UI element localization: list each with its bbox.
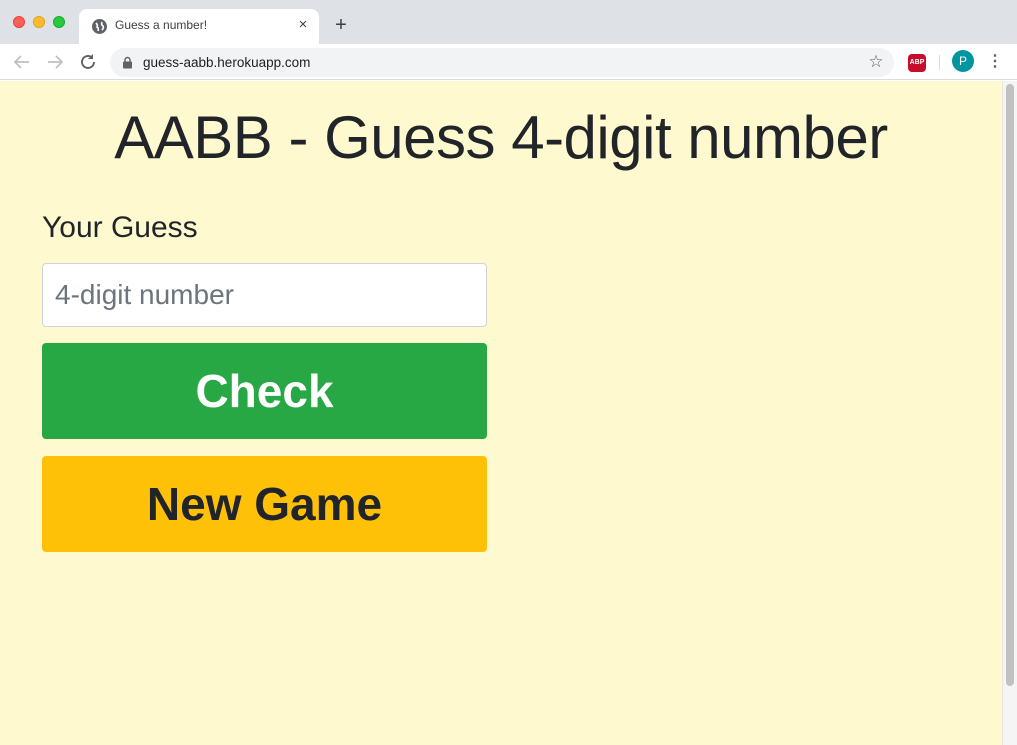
globe-icon bbox=[92, 19, 107, 34]
profile-avatar[interactable]: P bbox=[952, 50, 974, 72]
arrow-right-icon[interactable] bbox=[43, 50, 67, 74]
kebab-menu-icon[interactable]: ⋮ bbox=[986, 51, 1004, 73]
tab-close-icon[interactable]: × bbox=[295, 17, 311, 33]
minimize-window-button[interactable] bbox=[33, 16, 45, 28]
new-tab-icon[interactable]: + bbox=[331, 15, 351, 35]
arrow-left-icon[interactable] bbox=[10, 50, 34, 74]
tab-title: Guess a number! bbox=[115, 18, 208, 32]
star-icon[interactable]: ☆ bbox=[866, 52, 886, 72]
browser-tab[interactable]: Guess a number! × bbox=[79, 9, 319, 44]
vertical-scrollbar[interactable] bbox=[1002, 81, 1017, 745]
browser-toolbar: guess-aabb.herokuapp.com ☆ ABP P ⋮ bbox=[0, 44, 1017, 80]
lock-icon bbox=[122, 56, 133, 69]
toolbar-divider bbox=[939, 55, 940, 70]
address-bar[interactable]: guess-aabb.herokuapp.com ☆ bbox=[110, 48, 894, 77]
page-title: AABB - Guess 4-digit number bbox=[114, 104, 888, 171]
guess-input[interactable] bbox=[42, 263, 487, 327]
close-window-button[interactable] bbox=[13, 16, 25, 28]
new-game-button[interactable]: New Game bbox=[42, 456, 487, 552]
adblock-plus-icon[interactable]: ABP bbox=[908, 54, 926, 72]
page-viewport: AABB - Guess 4-digit number Your Guess C… bbox=[0, 81, 1017, 745]
reload-icon[interactable] bbox=[76, 50, 100, 74]
browser-tabstrip: Guess a number! × + bbox=[0, 0, 1017, 44]
scrollbar-thumb[interactable] bbox=[1006, 84, 1014, 686]
zoom-window-button[interactable] bbox=[53, 16, 65, 28]
guess-label: Your Guess bbox=[42, 211, 198, 244]
url-text[interactable]: guess-aabb.herokuapp.com bbox=[143, 55, 310, 70]
check-button[interactable]: Check bbox=[42, 343, 487, 439]
